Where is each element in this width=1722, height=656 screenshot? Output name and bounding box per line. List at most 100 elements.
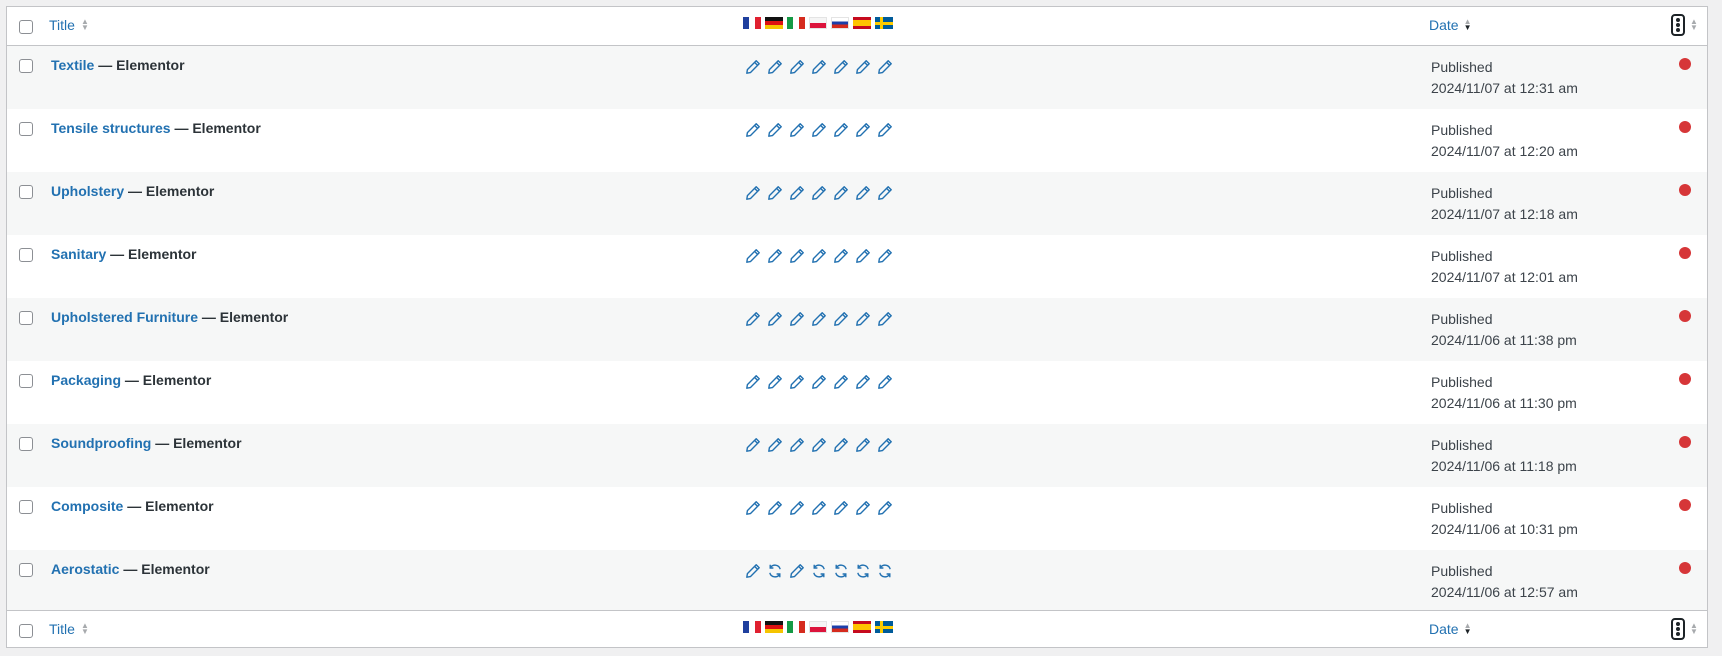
translation-actions (745, 311, 893, 327)
date-column-footer[interactable]: Date ▲ ▼ (1429, 621, 1472, 637)
edit-icon[interactable] (767, 122, 783, 138)
edit-icon[interactable] (789, 437, 805, 453)
edit-icon[interactable] (745, 248, 761, 264)
date-column-header[interactable]: Date ▲ ▼ (1429, 17, 1472, 33)
post-title-link[interactable]: Textile (51, 57, 94, 73)
title-column-label: Title (49, 17, 75, 33)
edit-icon[interactable] (745, 500, 761, 516)
title-column-footer[interactable]: Title ▲ ▼ (49, 621, 89, 637)
row-checkbox[interactable] (19, 248, 33, 262)
edit-icon[interactable] (855, 311, 871, 327)
edit-icon[interactable] (789, 374, 805, 390)
table-row: Upholstered Furniture — Elementor Publish… (7, 298, 1707, 361)
edit-icon[interactable] (767, 59, 783, 75)
row-checkbox[interactable] (19, 563, 33, 577)
post-title-link[interactable]: Tensile structures (51, 120, 171, 136)
edit-icon[interactable] (745, 122, 761, 138)
edit-icon[interactable] (767, 374, 783, 390)
row-checkbox[interactable] (19, 185, 33, 199)
edit-icon[interactable] (877, 500, 893, 516)
post-date-text: 2024/11/07 at 12:18 am (1431, 206, 1578, 222)
sync-icon[interactable] (855, 563, 871, 579)
edit-icon[interactable] (855, 59, 871, 75)
edit-icon[interactable] (855, 500, 871, 516)
edit-icon[interactable] (833, 185, 849, 201)
edit-icon[interactable] (833, 122, 849, 138)
title-column-header[interactable]: Title ▲ ▼ (49, 17, 89, 33)
status-column-footer[interactable]: ▲ ▼ (1671, 618, 1698, 640)
post-title-link[interactable]: Sanitary (51, 246, 106, 262)
edit-icon[interactable] (833, 374, 849, 390)
edit-icon[interactable] (811, 59, 827, 75)
edit-icon[interactable] (767, 500, 783, 516)
row-checkbox[interactable] (19, 122, 33, 136)
sync-icon[interactable] (811, 563, 827, 579)
edit-icon[interactable] (745, 437, 761, 453)
edit-icon[interactable] (811, 374, 827, 390)
edit-icon[interactable] (767, 437, 783, 453)
row-checkbox[interactable] (19, 59, 33, 73)
table-row: Aerostatic — Elementor Published 2024/11/0… (7, 550, 1707, 613)
edit-icon[interactable] (811, 185, 827, 201)
edit-icon[interactable] (745, 311, 761, 327)
edit-icon[interactable] (767, 185, 783, 201)
edit-icon[interactable] (811, 122, 827, 138)
edit-icon[interactable] (877, 122, 893, 138)
sync-icon[interactable] (877, 563, 893, 579)
edit-icon[interactable] (811, 500, 827, 516)
flag-fr-icon (743, 17, 761, 29)
edit-icon[interactable] (789, 248, 805, 264)
edit-icon[interactable] (833, 59, 849, 75)
edit-icon[interactable] (811, 437, 827, 453)
edit-icon[interactable] (833, 311, 849, 327)
translation-actions (745, 500, 893, 516)
edit-icon[interactable] (745, 374, 761, 390)
status-column-header[interactable]: ▲ ▼ (1671, 14, 1698, 36)
edit-icon[interactable] (877, 374, 893, 390)
edit-icon[interactable] (833, 437, 849, 453)
edit-icon[interactable] (745, 185, 761, 201)
edit-icon[interactable] (833, 248, 849, 264)
post-title-link[interactable]: Soundproofing (51, 435, 151, 451)
edit-icon[interactable] (811, 248, 827, 264)
select-all-checkbox-footer[interactable] (19, 624, 33, 638)
post-title-link[interactable]: Aerostatic (51, 561, 119, 577)
edit-icon[interactable] (789, 311, 805, 327)
post-date-text: 2024/11/06 at 12:57 am (1431, 584, 1578, 600)
edit-icon[interactable] (811, 311, 827, 327)
edit-icon[interactable] (855, 185, 871, 201)
edit-icon[interactable] (877, 248, 893, 264)
post-title-link[interactable]: Composite (51, 498, 123, 514)
row-checkbox[interactable] (19, 500, 33, 514)
edit-icon[interactable] (789, 500, 805, 516)
edit-icon[interactable] (789, 563, 805, 579)
edit-icon[interactable] (767, 311, 783, 327)
edit-icon[interactable] (855, 374, 871, 390)
edit-icon[interactable] (767, 248, 783, 264)
sync-icon[interactable] (833, 563, 849, 579)
edit-icon[interactable] (855, 122, 871, 138)
row-checkbox[interactable] (19, 437, 33, 451)
edit-icon[interactable] (745, 563, 761, 579)
edit-icon[interactable] (855, 248, 871, 264)
edit-icon[interactable] (877, 437, 893, 453)
edit-icon[interactable] (745, 59, 761, 75)
select-all-checkbox[interactable] (19, 20, 33, 34)
edit-icon[interactable] (855, 437, 871, 453)
flag-it-icon (787, 17, 805, 29)
row-checkbox[interactable] (19, 374, 33, 388)
post-title-link[interactable]: Packaging (51, 372, 121, 388)
edit-icon[interactable] (789, 122, 805, 138)
edit-icon[interactable] (789, 185, 805, 201)
row-title: Soundproofing — Elementor (51, 435, 242, 451)
edit-icon[interactable] (877, 311, 893, 327)
sync-icon[interactable] (767, 563, 783, 579)
post-title-link[interactable]: Upholstery (51, 183, 124, 199)
post-state: — Elementor (151, 435, 242, 451)
post-title-link[interactable]: Upholstered Furniture (51, 309, 198, 325)
edit-icon[interactable] (877, 185, 893, 201)
edit-icon[interactable] (789, 59, 805, 75)
edit-icon[interactable] (877, 59, 893, 75)
edit-icon[interactable] (833, 500, 849, 516)
row-checkbox[interactable] (19, 311, 33, 325)
